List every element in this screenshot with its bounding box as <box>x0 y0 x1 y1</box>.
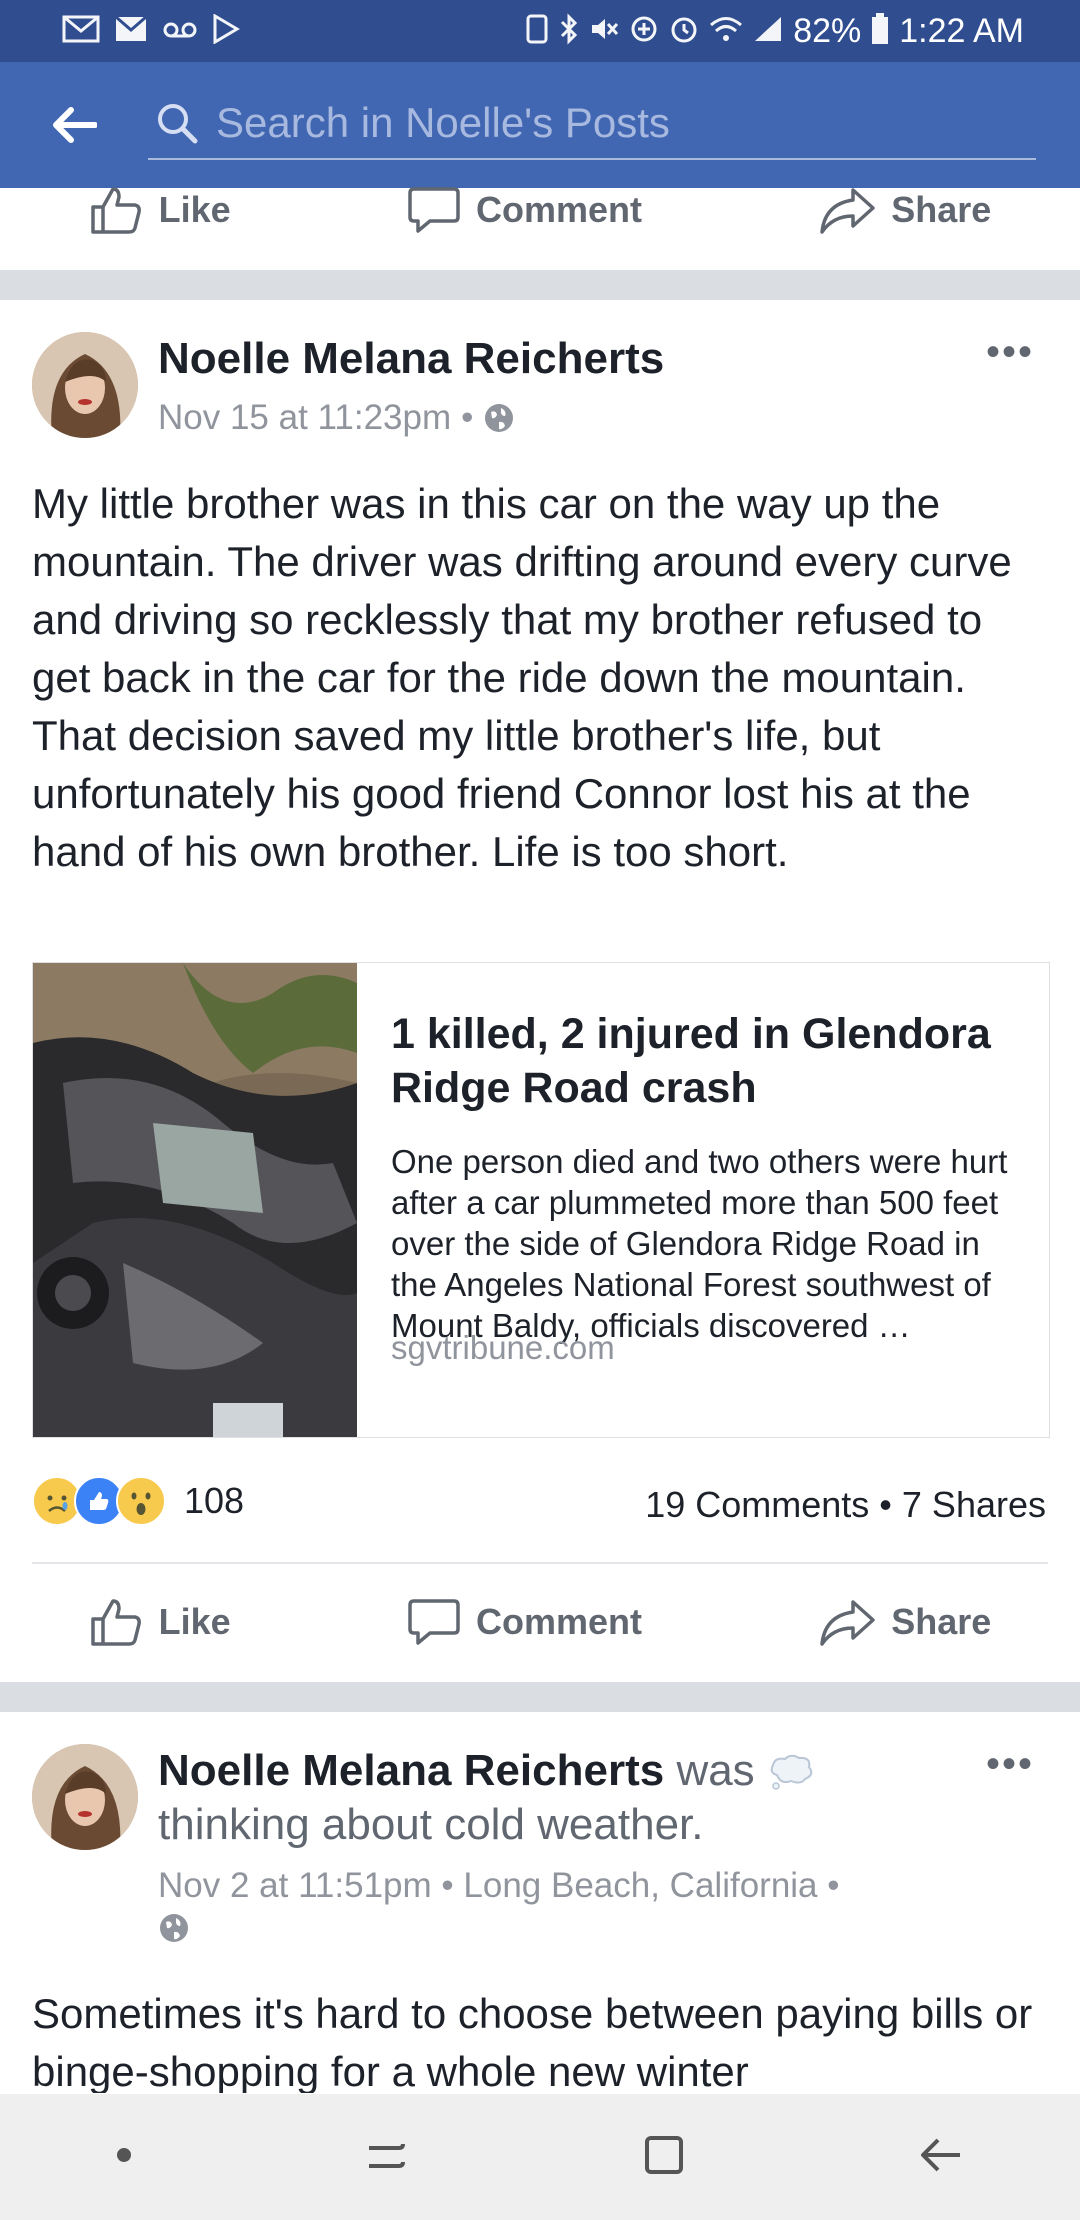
wifi-icon <box>709 15 743 48</box>
link-title: 1 killed, 2 injured in Glendora Ridge Ro… <box>391 1010 991 1112</box>
link-thumbnail <box>33 963 357 1437</box>
home-icon <box>644 2135 683 2174</box>
search-icon <box>158 104 198 144</box>
post-location[interactable]: Long Beach, California <box>463 1866 817 1905</box>
back-icon <box>921 2138 961 2171</box>
comment-button[interactable]: Comment <box>408 185 642 235</box>
arrow-left-icon <box>53 107 97 143</box>
thought-bubble-icon <box>770 1755 813 1791</box>
post-timestamp[interactable]: Nov 15 at 11:23pm <box>158 398 451 438</box>
back-button[interactable] <box>38 89 110 161</box>
comment-label: Comment <box>475 189 642 230</box>
system-status: 82% 1:22 AM <box>525 12 1080 51</box>
meta-dot: • <box>827 1866 840 1905</box>
feed-separator <box>0 1682 1080 1712</box>
reactions-summary[interactable]: 108 <box>32 1476 244 1526</box>
comment-icon <box>408 1599 460 1645</box>
more-icon: ••• <box>986 1742 1035 1786</box>
meta-dot: • <box>441 1866 464 1905</box>
post-meta: Nov 2 at 11:51pm • Long Beach, Californi… <box>158 1864 978 1955</box>
status-bar: 82% 1:22 AM <box>0 0 1080 62</box>
previous-post-actions: Like Comment Share <box>0 155 1080 265</box>
nav-back-button[interactable] <box>916 2130 966 2185</box>
clock: 1:22 AM <box>899 11 1024 50</box>
comment-button[interactable]: Comment <box>408 1597 642 1647</box>
thumbs-up-icon <box>90 1599 141 1646</box>
recents-button[interactable] <box>361 2130 411 2185</box>
share-icon <box>820 1600 876 1646</box>
share-button[interactable]: Share <box>819 1598 991 1646</box>
nav-dot-icon <box>114 2145 134 2170</box>
post-author[interactable]: Noelle Melana Reicherts <box>158 1746 664 1795</box>
more-icon: ••• <box>986 330 1035 374</box>
globe-icon <box>160 1914 188 1942</box>
comments-count[interactable]: 19 Comments <box>645 1484 869 1525</box>
play-store-icon <box>212 12 240 49</box>
search-input[interactable]: Search in Noelle's Posts <box>148 88 1036 160</box>
avatar[interactable] <box>32 332 138 438</box>
link-description: One person died and two others were hurt… <box>391 1143 1008 1344</box>
feed-separator <box>0 270 1080 300</box>
post-actions: Like Comment Share <box>0 1567 1080 1677</box>
home-button[interactable] <box>639 2130 689 2185</box>
recents-icon <box>369 2143 406 2168</box>
post-author[interactable]: Noelle Melana Reicherts <box>158 334 664 384</box>
post-body: My little brother was in this car on the… <box>32 480 1012 875</box>
share-icon <box>820 188 876 234</box>
stats-dot: • <box>879 1484 902 1525</box>
shares-count[interactable]: 7 Shares <box>902 1484 1046 1525</box>
divider <box>32 1562 1048 1564</box>
post-timestamp[interactable]: Nov 2 at 11:51pm <box>158 1866 432 1905</box>
post-body: Sometimes it's hard to choose between pa… <box>32 1990 1033 2093</box>
post-header: Noelle Melana Reicherts was thinking abo… <box>158 1744 978 1852</box>
like-label: Like <box>158 1601 231 1642</box>
activity-was: was <box>676 1746 755 1795</box>
alarm-icon <box>669 14 699 49</box>
avatar[interactable] <box>32 1744 138 1850</box>
globe-icon <box>485 404 514 432</box>
like-label: Like <box>158 189 231 230</box>
post-meta: Nov 15 at 11:23pm • <box>158 398 515 438</box>
link-source: sgvtribune.com <box>391 1329 615 1366</box>
signal-icon <box>753 15 783 48</box>
link-preview-card[interactable]: 1 killed, 2 injured in Glendora Ridge Ro… <box>32 962 1050 1438</box>
comment-icon <box>408 187 460 233</box>
post-options-button[interactable]: ••• <box>986 330 1034 375</box>
nfc-icon <box>525 14 549 49</box>
data-saver-icon <box>629 14 659 49</box>
reaction-count: 108 <box>184 1480 245 1521</box>
mail-icon <box>114 15 148 48</box>
search-placeholder: Search in Noelle's Posts <box>216 99 670 146</box>
voicemail-icon <box>162 17 198 45</box>
mute-icon <box>589 14 619 49</box>
thumbs-up-icon <box>90 187 141 234</box>
battery-icon <box>871 12 889 50</box>
meta-dot: • <box>461 398 474 437</box>
share-button[interactable]: Share <box>819 186 991 234</box>
share-label: Share <box>891 1601 992 1642</box>
gmail-icon <box>62 15 100 48</box>
share-label: Share <box>891 189 992 230</box>
post-options-button[interactable]: ••• <box>986 1742 1034 1787</box>
bluetooth-icon <box>559 12 579 50</box>
battery-percent: 82% <box>793 11 862 50</box>
notification-icons <box>0 12 240 49</box>
like-button[interactable]: Like <box>89 1597 231 1647</box>
comment-label: Comment <box>475 1601 642 1642</box>
activity-text: thinking about cold weather. <box>158 1800 704 1849</box>
engagement-stats: 19 Comments • 7 Shares <box>645 1484 1046 1526</box>
system-nav-bar <box>0 2094 1080 2220</box>
like-button[interactable]: Like <box>89 185 231 235</box>
wow-reaction-icon <box>116 1476 166 1526</box>
